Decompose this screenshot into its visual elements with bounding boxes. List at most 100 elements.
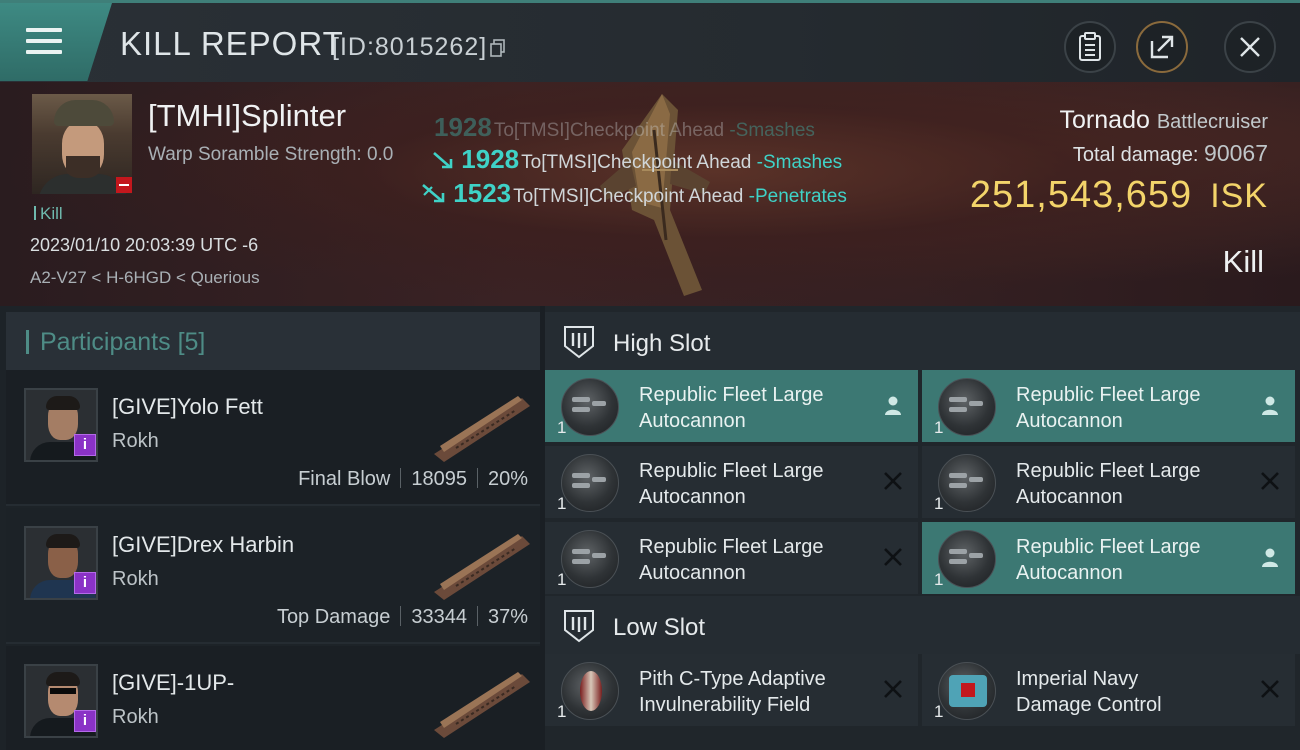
module-icon — [561, 378, 619, 436]
hit-log-faded: 1928 To[TMSI]Checkpoint Ahead -Smashes — [434, 112, 815, 142]
module-quantity: 1 — [557, 494, 567, 513]
victim-banner: [TMHI]Splinter Warp Soramble Strength: 0… — [0, 82, 1300, 306]
module-icon — [561, 530, 619, 588]
low-slot-header[interactable]: Low Slot — [545, 596, 1300, 654]
hit-log-item: 1523 To[TMSI]Checkpoint Ahead -Penetrates — [420, 178, 847, 209]
total-damage: Total damage: 90067 — [1073, 140, 1268, 167]
copy-icon[interactable] — [490, 39, 506, 57]
module-name: Imperial Navy Damage Control — [1016, 668, 1162, 716]
victim-name[interactable]: [TMHI]Splinter — [148, 98, 346, 134]
total-damage-value: 90067 — [1204, 140, 1268, 166]
kill-datetime: 2023/01/10 20:03:39 UTC -6 — [30, 235, 259, 255]
module-quantity: 1 — [934, 570, 944, 589]
module-quantity: 1 — [557, 702, 567, 721]
person-icon — [1262, 396, 1278, 415]
info-badge-icon[interactable] — [74, 710, 96, 732]
fitting-panel: High Slot 1 Republic Fleet Large Autocanno… — [545, 306, 1300, 750]
hit-log-item: 1928 To[TMSI]Checkpoint Ahead -Smashes — [430, 144, 842, 175]
module-icon — [938, 662, 996, 720]
module-name: Republic Fleet Large Autocannon — [639, 460, 824, 508]
x-icon — [1261, 680, 1279, 698]
low-slot-icon — [564, 610, 594, 643]
module-quantity: 1 — [557, 418, 567, 437]
module-quantity: 1 — [934, 702, 944, 721]
top-bar: KILL REPORT [ID:8015262] — [0, 0, 1300, 82]
hit-amount: 1928 — [461, 144, 520, 174]
ship-name: Tornado — [1059, 106, 1150, 134]
participant-ship: Rokh — [112, 568, 159, 590]
report-id: [ID:8015262] — [332, 33, 488, 61]
ship-class: Battlecruiser — [1156, 111, 1268, 133]
kill-result: Kill — [1222, 244, 1264, 279]
hit-amount: 1523 — [453, 178, 512, 208]
share-button[interactable] — [1136, 21, 1188, 73]
module-tile[interactable]: 1 Republic Fleet Large Autocannon — [545, 522, 918, 594]
standing-badge — [116, 177, 132, 193]
menu-icon — [26, 28, 62, 56]
weapon-hit-icon — [433, 152, 453, 169]
share-icon — [1150, 35, 1174, 59]
high-slot-header[interactable]: High Slot — [545, 312, 1300, 370]
person-icon — [1262, 548, 1278, 567]
info-badge-icon[interactable] — [74, 572, 96, 594]
close-icon — [1240, 37, 1260, 57]
module-tile[interactable]: 1 Republic Fleet Large Autocannon — [545, 446, 918, 518]
participants-header[interactable]: Participants [5] — [6, 312, 540, 370]
isk-unit: ISK — [1210, 177, 1268, 215]
participant-damage: 18095 — [411, 468, 467, 490]
module-tile[interactable]: 1 Republic Fleet Large Autocannon — [545, 370, 918, 442]
participant-row[interactable]: [GIVE]-1UP- Rokh — [6, 646, 540, 750]
kill-location[interactable]: A2-V27 < H-6HGD < Querious — [30, 268, 260, 288]
menu-button[interactable] — [0, 3, 112, 81]
hit-target: To[TMSI]Checkpoint Ahead — [521, 152, 752, 173]
module-quantity: 1 — [934, 494, 944, 513]
participants-panel: Participants [5] [GIVE]Yolo Fett Rokh Fi… — [0, 306, 540, 750]
module-name: Republic Fleet Large Autocannon — [1016, 460, 1201, 508]
module-tile[interactable]: 1 Republic Fleet Large Autocannon — [922, 522, 1295, 594]
module-name: Republic Fleet Large Autocannon — [639, 536, 824, 584]
weapon-icon — [434, 672, 530, 738]
close-button[interactable] — [1224, 21, 1276, 73]
x-icon — [884, 472, 902, 490]
participant-pct: 20% — [487, 468, 528, 490]
person-icon — [885, 396, 901, 415]
module-tile[interactable]: 1 Imperial Navy Damage Control — [922, 654, 1295, 726]
clipboard-icon — [1079, 32, 1101, 61]
participant-ship: Rokh — [112, 706, 159, 728]
low-slot-label: Low Slot — [613, 614, 706, 641]
module-name: Pith C-Type Adaptive Invulnerability Fiel… — [639, 668, 826, 716]
kill-tag: Kill — [34, 204, 63, 224]
x-icon — [1261, 472, 1279, 490]
clipboard-button[interactable] — [1064, 21, 1116, 73]
participant-name: [GIVE]Yolo Fett — [112, 394, 263, 419]
hit-verb: -Penetrates — [748, 186, 847, 207]
weapon-icon — [434, 534, 530, 600]
module-quantity: 1 — [934, 418, 944, 437]
total-damage-label: Total damage: — [1072, 144, 1199, 166]
module-tile[interactable]: 1 Republic Fleet Large Autocannon — [922, 370, 1295, 442]
participant-row[interactable]: [GIVE]Drex Harbin Rokh Top Damage 33344 37… — [6, 508, 540, 644]
participant-ship: Rokh — [112, 430, 159, 452]
participant-stats: Final Blow 18095 20% — [298, 468, 528, 491]
module-icon — [938, 378, 996, 436]
hit-verb: -Smashes — [756, 152, 843, 173]
participant-damage: 33344 — [411, 606, 467, 628]
info-badge-icon[interactable] — [74, 434, 96, 456]
module-name: Republic Fleet Large Autocannon — [1016, 384, 1201, 432]
module-tile[interactable]: 1 Pith C-Type Adaptive Invulnerability Fie… — [545, 654, 918, 726]
penetrate-hit-icon — [422, 184, 445, 203]
x-icon — [884, 548, 902, 566]
module-icon — [561, 662, 619, 720]
high-slot-icon — [564, 326, 594, 359]
module-tile[interactable]: 1 Republic Fleet Large Autocannon — [922, 446, 1295, 518]
page-title: KILL REPORT — [120, 25, 344, 62]
high-slot-label: High Slot — [613, 330, 711, 357]
isk-value: 251,543,659 ISK — [970, 174, 1268, 217]
participant-tag: Final Blow — [298, 468, 391, 490]
hit-target: To[TMSI]Checkpoint Ahead — [513, 186, 744, 207]
module-icon — [938, 454, 996, 512]
ship-type[interactable]: Tornado Battlecruiser — [1060, 106, 1268, 135]
participant-name: [GIVE]Drex Harbin — [112, 532, 295, 557]
isk-amount: 251,543,659 — [969, 174, 1193, 216]
participant-row[interactable]: [GIVE]Yolo Fett Rokh Final Blow 18095 20% — [6, 370, 540, 506]
